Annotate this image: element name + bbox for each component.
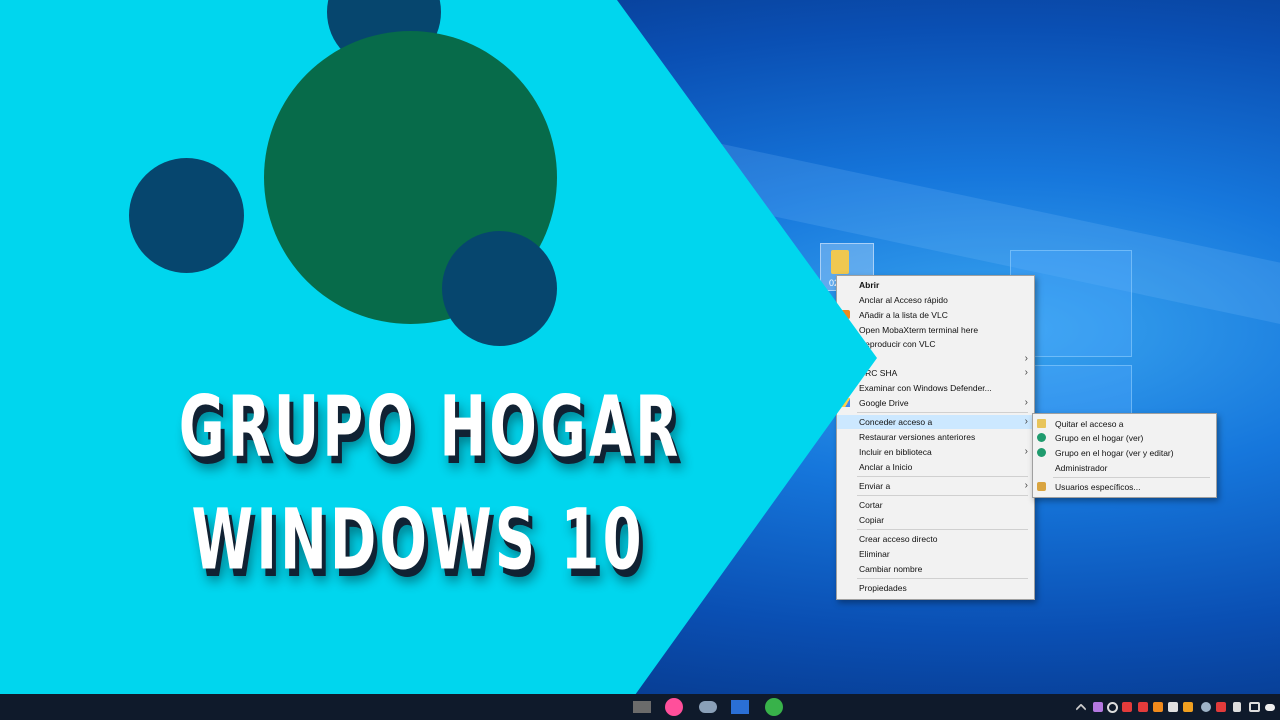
navy-circle-right (442, 231, 557, 346)
tray-app-icon[interactable] (1168, 702, 1178, 712)
tray-feather-icon[interactable] (1093, 702, 1103, 712)
file-explorer-icon[interactable] (633, 701, 651, 713)
taskbar (0, 694, 1280, 720)
remote-desktop-icon[interactable] (731, 700, 749, 714)
network-icon[interactable] (1249, 702, 1260, 712)
tray-bug-icon[interactable] (1122, 702, 1132, 712)
tray-circle-icon[interactable] (1107, 702, 1118, 713)
steam-icon[interactable] (1201, 702, 1211, 712)
tray-app-icon[interactable] (1153, 702, 1163, 712)
tray-chevron-up-icon[interactable] (1075, 703, 1087, 715)
navy-circle-left (129, 158, 244, 273)
tray-app-icon[interactable] (1183, 702, 1193, 712)
cloud-icon[interactable] (1265, 704, 1275, 711)
tray-record-icon[interactable] (1216, 702, 1226, 712)
banner-background (0, 0, 877, 720)
gamepad-icon[interactable] (699, 701, 717, 713)
volume-icon[interactable] (1233, 702, 1241, 712)
banner-title-line1: GRUPO HOGAR (178, 378, 682, 477)
tray-bug-icon[interactable] (1138, 702, 1148, 712)
app-icon-pink[interactable] (665, 698, 683, 716)
app-icon-green[interactable] (765, 698, 783, 716)
banner-title-line2: WINDOWS 10 (191, 491, 645, 590)
